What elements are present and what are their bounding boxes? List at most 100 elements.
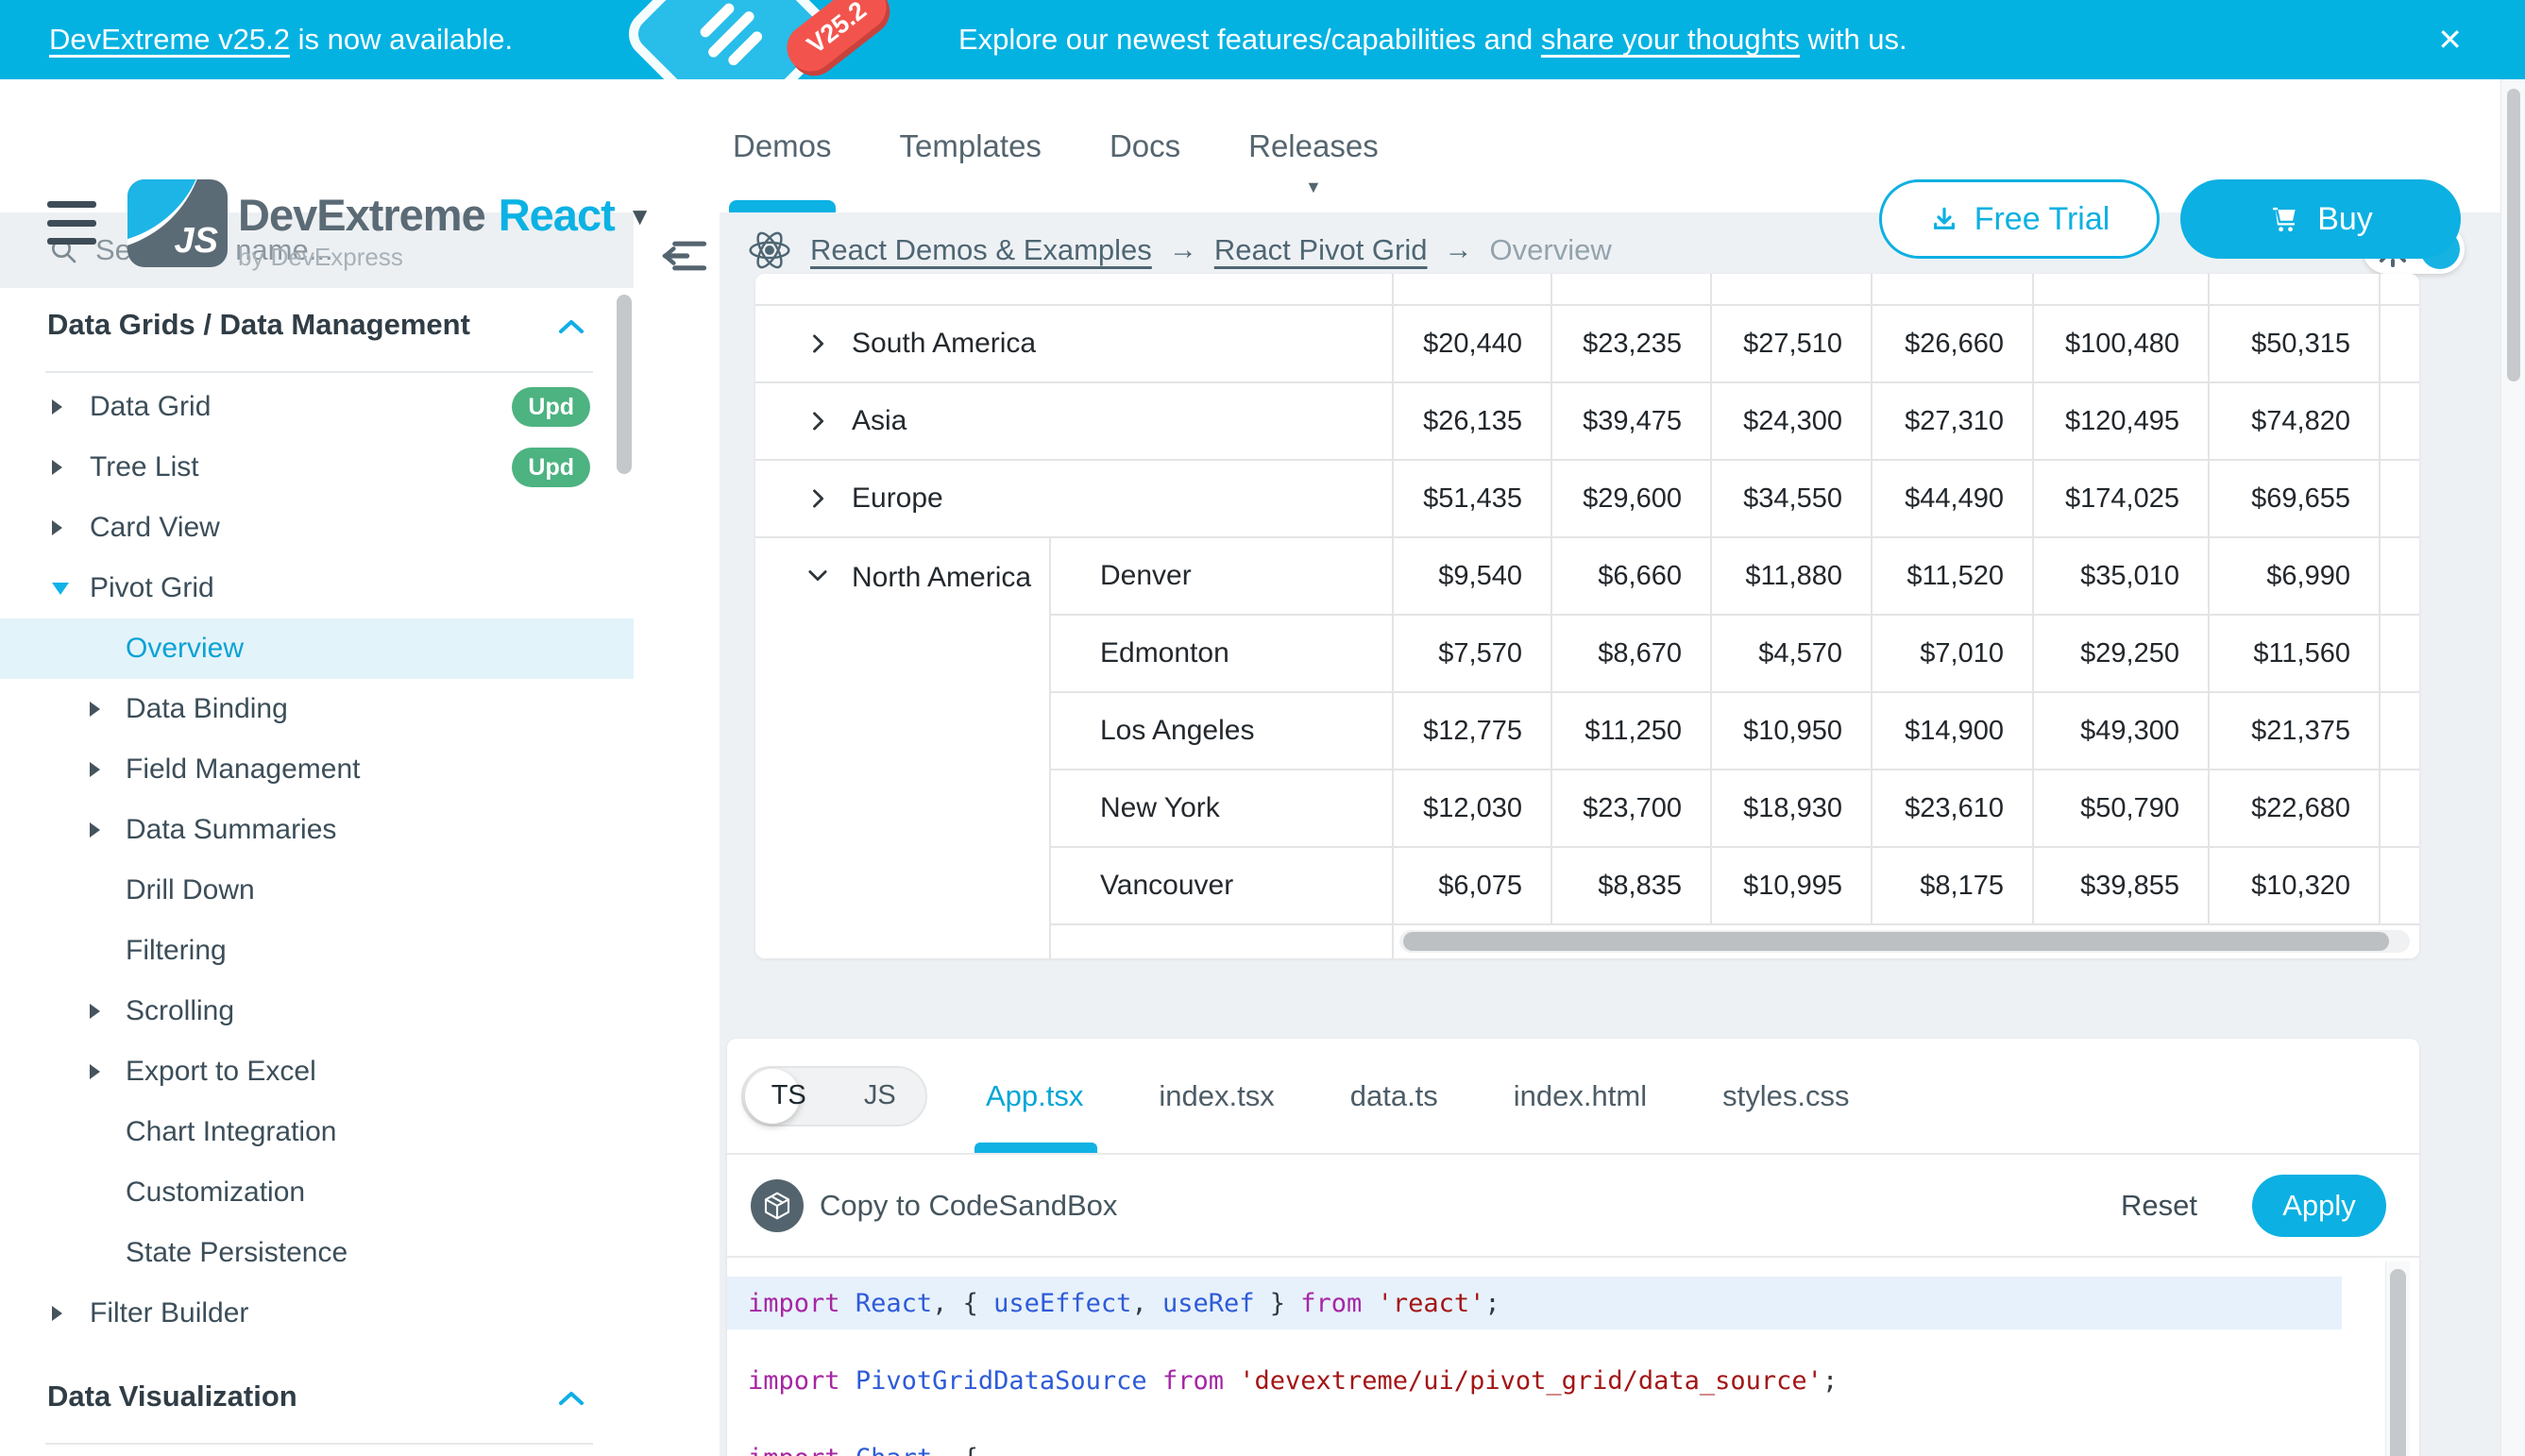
code-tab-app-tsx[interactable]: App.tsx [986,1079,1083,1113]
nav-label: Templates [900,128,1042,164]
sidebar-item-chart-integration[interactable]: Chart Integration [0,1102,634,1162]
sidebar-item-label: Customization [126,1177,305,1209]
sidebar-item-label: Tree List [90,451,199,483]
pivot-row-header-south-america[interactable]: South America [755,306,1394,383]
sidebar-item-filtering[interactable]: Filtering [0,921,634,981]
region-label: South America [852,328,1036,360]
language-toggle[interactable]: TS JS [741,1066,927,1126]
breadcrumb-react-demos-examples[interactable]: React Demos & Examples [810,233,1152,267]
pivot-cell-clipped [2381,383,2419,461]
sidebar-item-scrolling[interactable]: Scrolling [0,981,634,1041]
apply-button[interactable]: Apply [2252,1175,2386,1237]
sidebar-item-pivot-grid[interactable]: Pivot Grid [0,558,634,618]
code-tab-index-tsx[interactable]: index.tsx [1159,1079,1274,1113]
chevron-up-icon [558,319,585,334]
pivot-value-cell: $29,250 [2034,616,2210,693]
banner-version-link[interactable]: DevExtreme v25.2 [49,23,290,56]
sidebar-item-tree-list[interactable]: Tree ListUpd [0,437,634,498]
pivot-cell-clipped [2034,274,2210,306]
header-actions: Free Trial Buy [1879,179,2461,259]
sidebar-item-drill-down[interactable]: Drill Down [0,860,634,921]
copy-to-codesandbox-button[interactable]: Copy to CodeSandBox [820,1189,1117,1223]
section-header-data-grids-data-management[interactable]: Data Grids / Data Management [0,299,634,350]
banner-feedback-link[interactable]: share your thoughts [1541,23,1800,56]
updated-badge: Upd [512,387,590,427]
code-toolbar: Copy to CodeSandBox Reset Apply [727,1155,2419,1258]
section-header-data-visualization[interactable]: Data Visualization [0,1371,634,1422]
pivot-row-header-los-angeles[interactable]: Los Angeles [1051,693,1394,770]
banner-close-icon[interactable]: ✕ [2437,0,2463,79]
pivot-row-header-vancouver[interactable]: Vancouver [1051,848,1394,925]
sidebar-item-overview[interactable]: Overview [0,618,634,679]
sidebar-item-data-summaries[interactable]: Data Summaries [0,800,634,860]
collapse-sidebar-icon[interactable] [662,239,707,273]
free-trial-button[interactable]: Free Trial [1879,179,2160,259]
expand-row-icon[interactable] [805,408,831,434]
pivot-cell-clipped [1712,274,1873,306]
language-option-ts[interactable]: TS [743,1068,835,1125]
sidebar-item-card-view[interactable]: Card View [0,498,634,558]
sidebar-item-customization[interactable]: Customization [0,1162,634,1223]
language-option-js[interactable]: JS [835,1068,926,1125]
code-tab-data-ts[interactable]: data.ts [1350,1079,1438,1113]
react-icon [746,229,793,272]
banner-version-rest: is now available. [290,23,513,56]
pivot-value-cell: $51,435 [1394,461,1552,538]
pivot-value-cell: $4,570 [1712,616,1873,693]
pivot-value-cell: $11,880 [1712,538,1873,616]
nav-item-templates[interactable]: Templates [900,79,1042,212]
reset-button[interactable]: Reset [2121,1189,2197,1223]
code-tab-index-html[interactable]: index.html [1514,1079,1647,1113]
sidebar-item-label: Filtering [126,935,227,967]
nav-item-demos[interactable]: Demos [733,79,832,212]
sidebar-item-state-persistence[interactable]: State Persistence [0,1223,634,1283]
pivot-row-header-north-america[interactable]: North America [755,538,1051,958]
hamburger-menu-icon[interactable] [47,201,96,245]
nav-item-releases[interactable]: Releases▼ [1248,79,1379,212]
pivot-value-cell: $39,475 [1552,383,1712,461]
breadcrumb-react-pivot-grid[interactable]: React Pivot Grid [1214,233,1428,267]
devextreme-js-logo[interactable]: JS [127,179,228,267]
pivot-row-header-edmonton[interactable]: Edmonton [1051,616,1394,693]
page-scrollbar[interactable] [2500,79,2525,1456]
expand-row-icon[interactable] [805,330,831,357]
sidebar-item-filter-builder[interactable]: Filter Builder [0,1283,634,1344]
region-label: Europe [852,483,943,515]
sidebar-item-field-management[interactable]: Field Management [0,739,634,800]
framework-dropdown-icon[interactable]: ▼ [628,202,652,231]
pivot-hscrollbar-thumb[interactable] [1403,932,2389,951]
pivot-value-cell: $34,550 [1712,461,1873,538]
pivot-row-header-asia[interactable]: Asia [755,383,1394,461]
pivot-value-cell: $23,610 [1873,770,2034,848]
page: DevExtreme v25.2 is now available. V25.2… [0,0,2525,1456]
page-scrollbar-thumb[interactable] [2507,89,2520,381]
sidebar-scrollbar-thumb[interactable] [617,295,632,474]
expand-row-icon[interactable] [805,485,831,512]
pivot-row-header-new-york[interactable]: New York [1051,770,1394,848]
pivot-value-cell: $6,075 [1394,848,1552,925]
collapse-row-icon[interactable] [805,562,831,588]
pivot-cell-clipped [2381,306,2419,383]
framework-name[interactable]: React [499,190,615,240]
pivot-cell-clipped [2381,770,2419,848]
pivot-value-cell: $20,440 [1394,306,1552,383]
sidebar-item-label: Data Summaries [126,814,336,846]
pivot-value-cell: $21,375 [2210,693,2381,770]
breadcrumb-separator: → [1445,234,1473,266]
nav-item-docs[interactable]: Docs [1110,79,1180,212]
sidebar-item-label: Scrolling [126,995,234,1027]
sidebar-item-label: Pivot Grid [90,572,214,604]
buy-button[interactable]: Buy [2180,179,2461,259]
code-tab-styles-css[interactable]: styles.css [1722,1079,1849,1113]
pivot-value-cell: $18,930 [1712,770,1873,848]
code-scrollbar-thumb[interactable] [2390,1269,2406,1456]
codesandbox-icon[interactable] [751,1179,804,1232]
pivot-row-header-europe[interactable]: Europe [755,461,1394,538]
expand-arrow-icon [90,1064,100,1079]
section-divider [45,371,593,373]
pivot-row-header-denver[interactable]: Denver [1051,538,1394,616]
sidebar-item-data-binding[interactable]: Data Binding [0,679,634,739]
sidebar-item-data-grid[interactable]: Data GridUpd [0,377,634,437]
sidebar-item-export-to-excel[interactable]: Export to Excel [0,1041,634,1102]
sidebar-menu: Data Grids / Data Management Data GridUpd… [0,288,634,1445]
